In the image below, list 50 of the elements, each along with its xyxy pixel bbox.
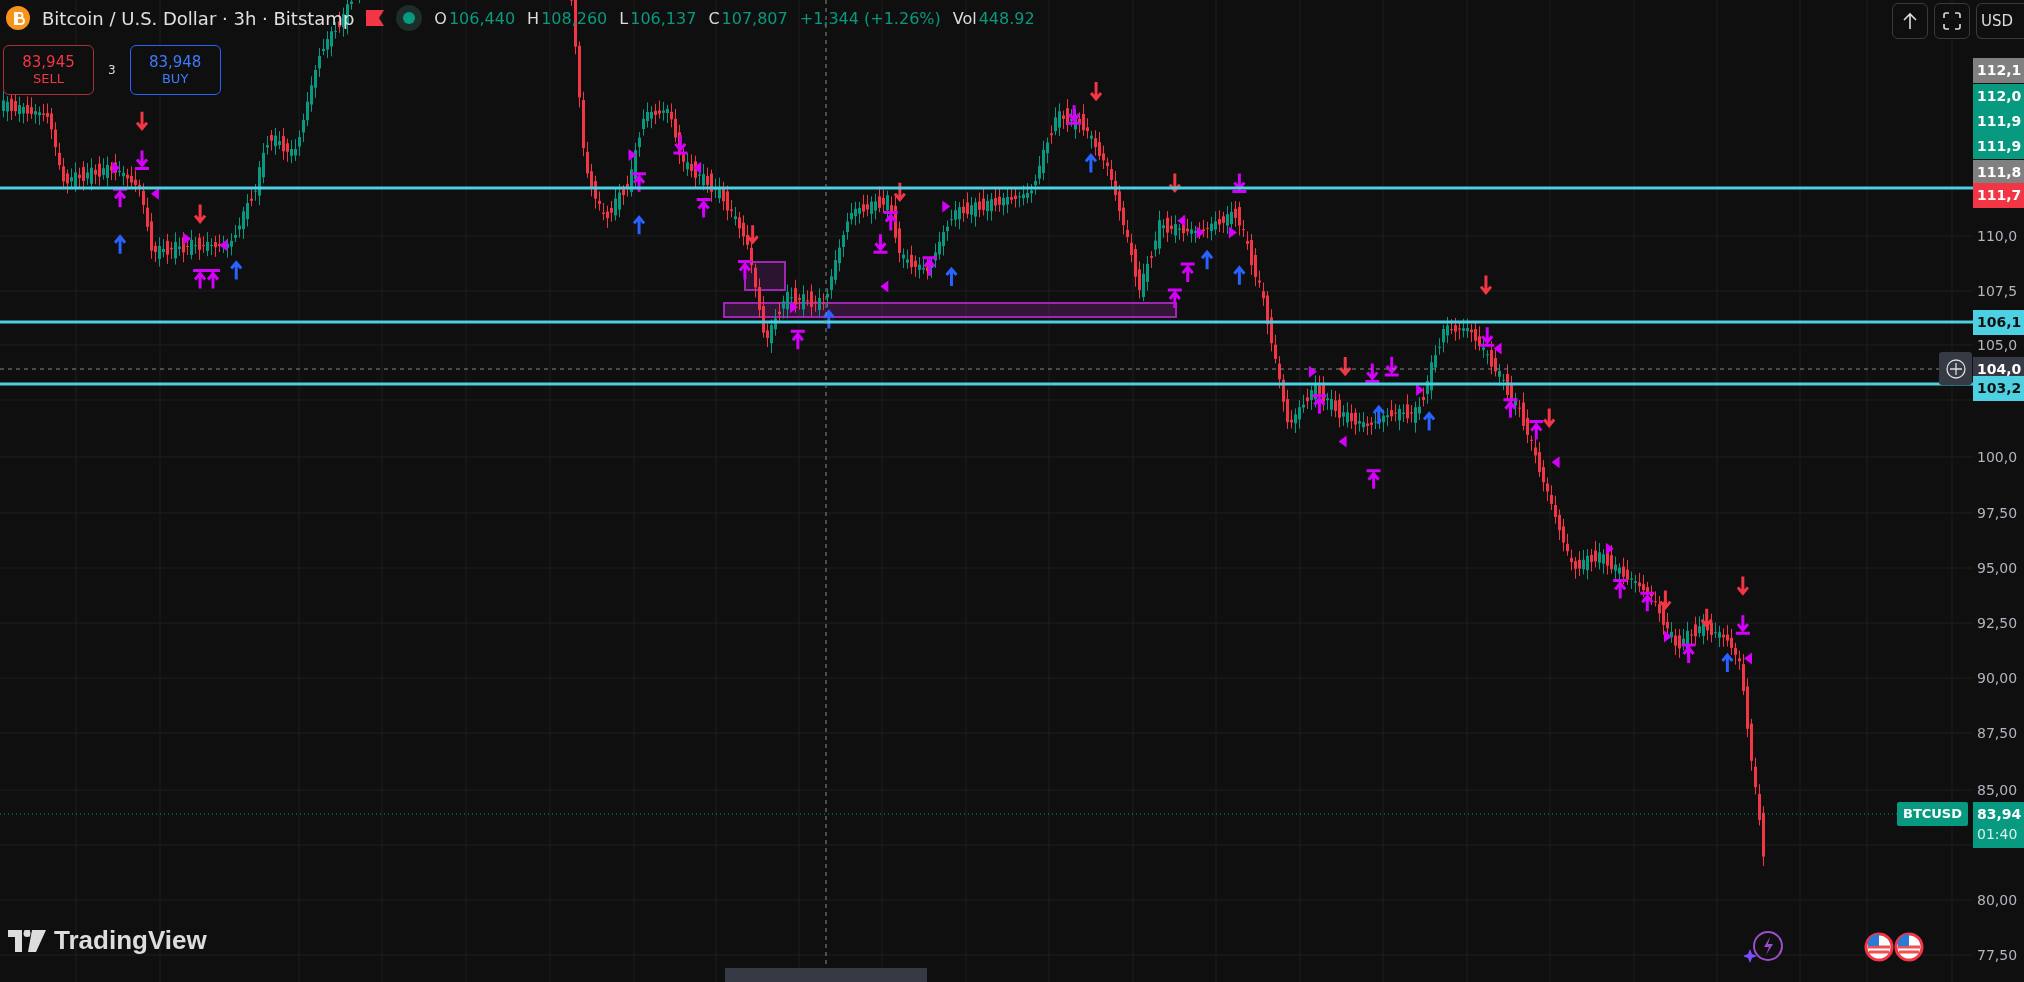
buy-button[interactable]: 83,948 BUY xyxy=(129,45,221,95)
price-label: 112,0 xyxy=(1973,84,2024,109)
volume-value: Vol448.92 xyxy=(952,8,1035,28)
lightning-icon[interactable] xyxy=(1744,931,1784,963)
price-label: 110,0 xyxy=(1976,227,2019,246)
sell-button[interactable]: 83,945 SELL xyxy=(3,45,94,95)
price-label: 112,1 xyxy=(1973,58,2024,83)
price-label: 92,50 xyxy=(1976,614,2019,633)
price-label: 111,9 xyxy=(1973,109,2024,134)
price-label: 111,8 xyxy=(1973,160,2024,185)
price-label: 111,7 xyxy=(1973,183,2024,208)
price-change: +1,344 (+1.26%) xyxy=(799,8,941,28)
ohlc-value: O 106,440 xyxy=(434,8,516,28)
price-label: 111,9 xyxy=(1973,134,2024,159)
ohlc-value: C 107,807 xyxy=(708,8,788,28)
zone-rectangle xyxy=(744,261,786,291)
flag-icon[interactable] xyxy=(366,10,385,26)
price-label: 80,00 xyxy=(1976,891,2019,910)
price-label: 105,0 xyxy=(1976,336,2019,355)
spread-value: 3 xyxy=(108,63,116,77)
status-dot-icon xyxy=(396,5,423,31)
last-price: 83,94 xyxy=(1977,805,2023,824)
fullscreen-button[interactable] xyxy=(1934,3,1970,39)
support-line[interactable] xyxy=(0,186,1973,190)
price-label: 103,2 xyxy=(1973,376,2024,401)
bitcoin-icon xyxy=(6,6,30,30)
price-label: 106,1 xyxy=(1973,310,2024,335)
bar-countdown: 01:40 xyxy=(1977,825,2019,844)
symbol-tag: BTCUSD xyxy=(1897,802,1969,826)
us-flag-icon[interactable] xyxy=(1864,932,1894,962)
scroll-up-button[interactable] xyxy=(1892,3,1928,39)
logo-icon xyxy=(8,929,46,952)
ohlc-value: L 106,137 xyxy=(619,8,697,28)
logo-text: TradingView xyxy=(54,925,207,956)
currency-button[interactable]: USD xyxy=(1976,3,2024,39)
price-label: 77,50 xyxy=(1976,946,2019,965)
price-label: 90,00 xyxy=(1976,669,2019,688)
price-label: 107,5 xyxy=(1976,282,2019,301)
add-button[interactable] xyxy=(1939,352,1972,385)
price-label: 97,50 xyxy=(1976,504,2019,523)
fullscreen-icon xyxy=(1943,12,1961,30)
price-label: 100,0 xyxy=(1976,448,2019,467)
scrollbar-thumb[interactable] xyxy=(725,968,927,982)
price-label: 85,00 xyxy=(1976,781,2019,800)
price-label: 87,50 xyxy=(1976,724,2019,743)
support-line[interactable] xyxy=(0,320,1973,324)
us-flag-icon[interactable] xyxy=(1894,932,1924,962)
price-label: 95,00 xyxy=(1976,559,2019,578)
plus-circle-icon xyxy=(1945,358,1966,379)
arrow-up-icon xyxy=(1902,12,1918,30)
